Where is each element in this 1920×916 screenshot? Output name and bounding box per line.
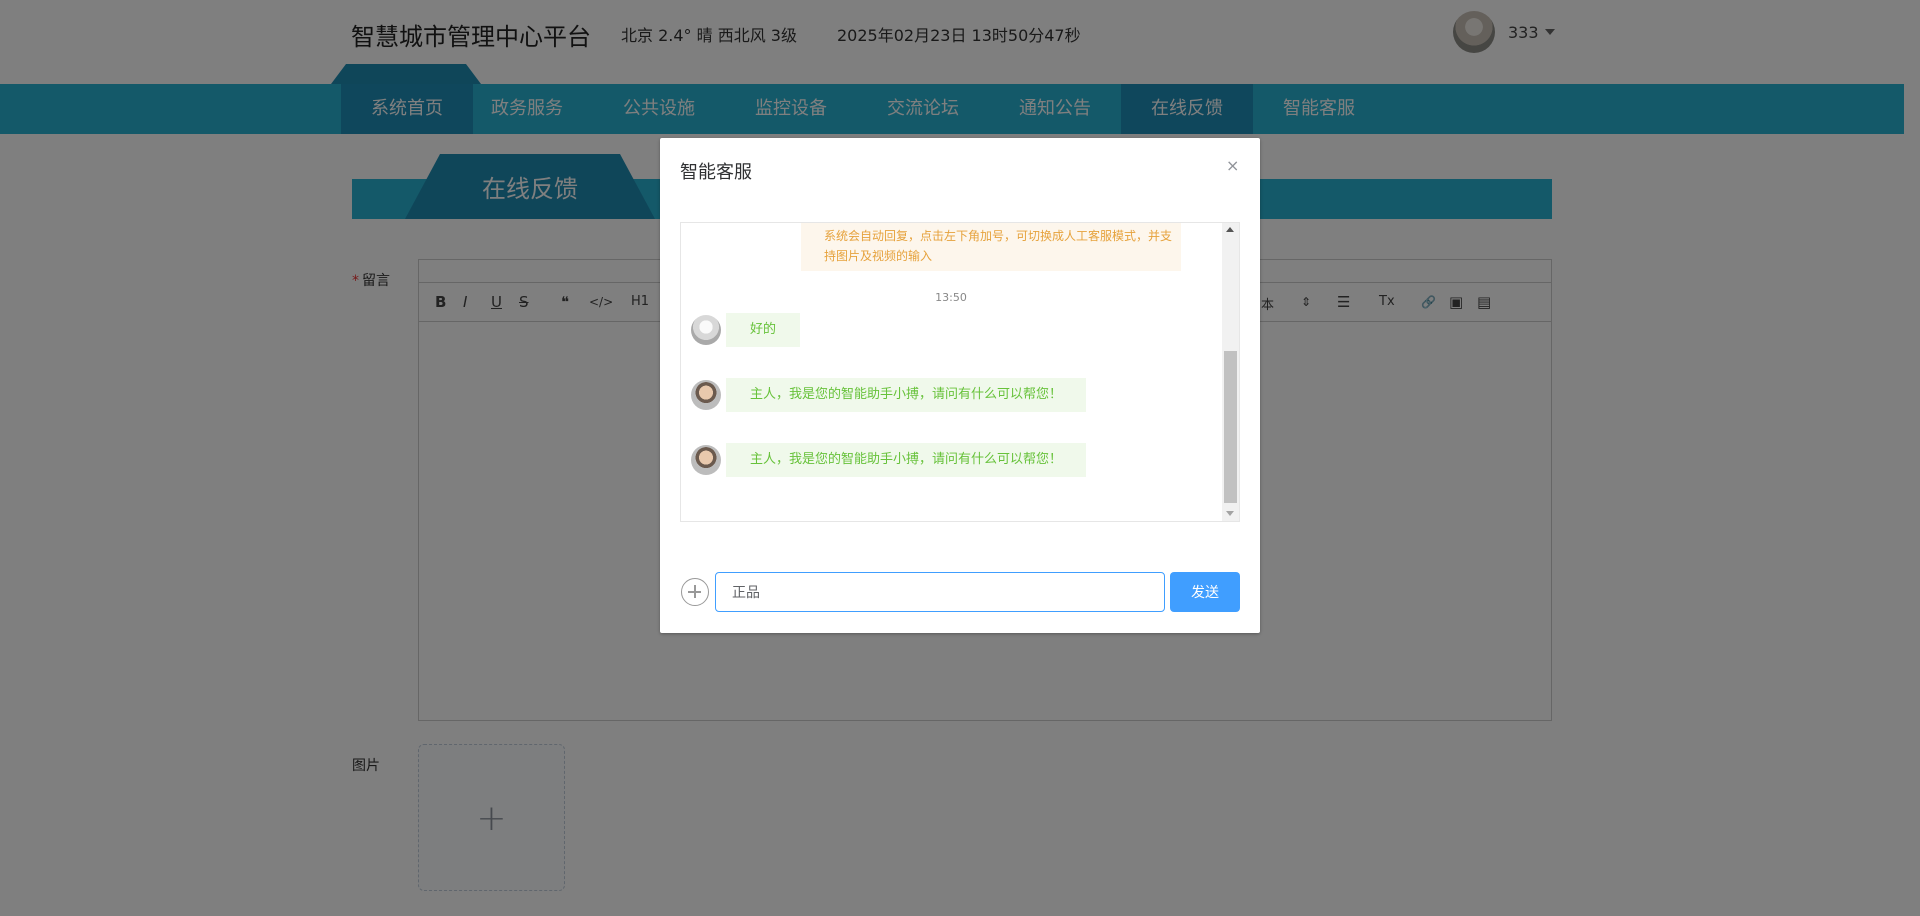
user-avatar bbox=[691, 315, 721, 345]
smart-service-dialog: 智能客服 × 系统会自动回复，点击左下角加号，可切换成人工客服模式，并支持图片及… bbox=[660, 138, 1260, 633]
add-attachment-icon[interactable] bbox=[681, 578, 709, 606]
send-button[interactable]: 发送 bbox=[1170, 572, 1240, 612]
chat-message: 好的 bbox=[691, 313, 801, 347]
chat-input[interactable] bbox=[715, 572, 1165, 612]
message-bubble: 主人，我是您的智能助手小搏，请问有什么可以帮您！ bbox=[726, 378, 1087, 412]
scroll-up-arrow-icon[interactable] bbox=[1226, 227, 1234, 232]
message-timestamp: 13:50 bbox=[935, 291, 967, 304]
chat-message: 主人，我是您的智能助手小搏，请问有什么可以帮您！ bbox=[691, 378, 1087, 412]
message-bubble: 好的 bbox=[726, 313, 801, 347]
bot-avatar bbox=[691, 445, 721, 475]
chat-message: 主人，我是您的智能助手小搏，请问有什么可以帮您！ bbox=[691, 443, 1087, 477]
scroll-down-arrow-icon[interactable] bbox=[1226, 511, 1234, 516]
close-icon[interactable]: × bbox=[1226, 156, 1239, 175]
message-bubble: 主人，我是您的智能助手小搏，请问有什么可以帮您！ bbox=[726, 443, 1087, 477]
bot-avatar bbox=[691, 380, 721, 410]
dialog-title: 智能客服 bbox=[680, 162, 752, 183]
chat-scrollbar[interactable] bbox=[1222, 223, 1239, 521]
system-notice: 系统会自动回复，点击左下角加号，可切换成人工客服模式，并支持图片及视频的输入 bbox=[801, 223, 1181, 271]
scrollbar-thumb[interactable] bbox=[1224, 351, 1237, 503]
chat-message-list[interactable]: 系统会自动回复，点击左下角加号，可切换成人工客服模式，并支持图片及视频的输入 1… bbox=[680, 222, 1240, 522]
